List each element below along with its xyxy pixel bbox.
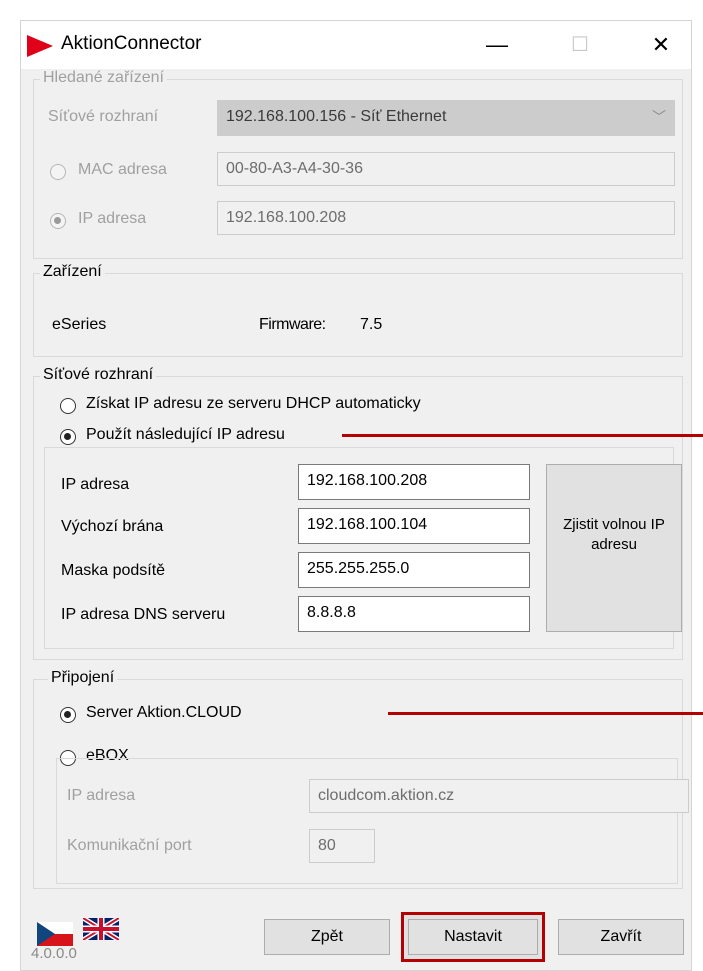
set-button-highlight: Nastavit	[401, 912, 545, 962]
dhcp-radio[interactable]	[60, 398, 76, 414]
back-button[interactable]: Zpět	[264, 919, 390, 955]
static-ip-group: IP adresa 192.168.100.208 Výchozí brána …	[44, 447, 682, 649]
network-group-label: Síťové rozhraní	[40, 366, 157, 384]
network-group: Síťové rozhraní Získat IP adresu ze serv…	[33, 366, 683, 660]
subnet-mask-label: Maska podsítě	[61, 562, 166, 579]
annotation-line-cloud	[388, 712, 703, 715]
dns-server-input[interactable]: 8.8.8.8	[298, 596, 530, 632]
network-interface-value: 192.168.100.156 - Síť Ethernet	[226, 108, 447, 125]
minimize-button[interactable]: —	[477, 31, 517, 61]
window-title: AktionConnector	[61, 33, 202, 54]
firmware-value: 7.5	[360, 316, 383, 333]
search-device-group-label: Hledané zařízení	[40, 69, 167, 87]
device-name: eSeries	[52, 316, 107, 333]
mac-label: MAC adresa	[78, 161, 167, 178]
ebox-group: IP adresa cloudcom.aktion.cz Komunikační…	[56, 758, 689, 884]
version-label: 4.0.0.0	[31, 945, 77, 962]
mac-radio[interactable]	[50, 164, 66, 180]
gateway-input[interactable]: 192.168.100.104	[298, 508, 530, 544]
dns-server-label: IP adresa DNS serveru	[61, 606, 226, 623]
static-ip-option-label: Použít následující IP adresu	[86, 426, 285, 443]
firmware-label: Firmware:	[259, 316, 326, 333]
app-window: AktionConnector — ☐ ✕ Hledané zařízení S…	[20, 20, 692, 971]
device-group: Zařízení eSeries Firmware: 7.5	[33, 263, 683, 357]
ip-field[interactable]: 192.168.100.208	[217, 201, 675, 235]
connection-group: Připojení Server Aktion.CLOUD eBOX IP ad…	[33, 669, 689, 889]
ip-label: IP adresa	[78, 210, 147, 227]
ebox-port-input[interactable]: 80	[309, 829, 375, 863]
ebox-port-label: Komunikační port	[67, 837, 192, 854]
czech-flag-icon[interactable]	[37, 922, 73, 946]
dhcp-option-label: Získat IP adresu ze serveru DHCP automat…	[86, 395, 421, 412]
title-bar: AktionConnector — ☐ ✕	[21, 21, 691, 69]
device-group-label: Zařízení	[40, 263, 105, 281]
app-logo-icon	[27, 35, 53, 57]
close-button[interactable]: Zavřít	[558, 919, 684, 955]
subnet-mask-input[interactable]: 255.255.255.0	[298, 552, 530, 588]
ip-address-input[interactable]: 192.168.100.208	[298, 464, 530, 500]
maximize-button[interactable]: ☐	[560, 31, 600, 61]
cloud-option-label: Server Aktion.CLOUD	[86, 704, 242, 721]
ip-radio[interactable]	[50, 213, 66, 229]
ebox-ip-input[interactable]: cloudcom.aktion.cz	[309, 779, 689, 813]
ebox-ip-label: IP adresa	[67, 787, 136, 804]
cloud-radio[interactable]	[60, 707, 76, 723]
network-interface-select[interactable]: 192.168.100.156 - Síť Ethernet ﹀	[217, 100, 675, 136]
static-ip-radio[interactable]	[60, 429, 76, 445]
mac-field[interactable]: 00-80-A3-A4-30-36	[217, 152, 675, 186]
search-device-group: Hledané zařízení Síťové rozhraní 192.168…	[33, 69, 683, 259]
close-window-button[interactable]: ✕	[641, 31, 681, 61]
annotation-line-static-ip	[342, 434, 703, 437]
set-button[interactable]: Nastavit	[408, 919, 538, 955]
gateway-label: Výchozí brána	[61, 518, 164, 535]
ip-address-label: IP adresa	[61, 476, 130, 493]
connection-group-label: Připojení	[48, 669, 118, 687]
uk-flag-icon[interactable]	[83, 918, 119, 940]
network-interface-label: Síťové rozhraní	[48, 108, 159, 125]
find-free-ip-button[interactable]: Zjistit volnou IP adresu	[546, 464, 682, 632]
chevron-down-icon: ﹀	[652, 109, 666, 125]
